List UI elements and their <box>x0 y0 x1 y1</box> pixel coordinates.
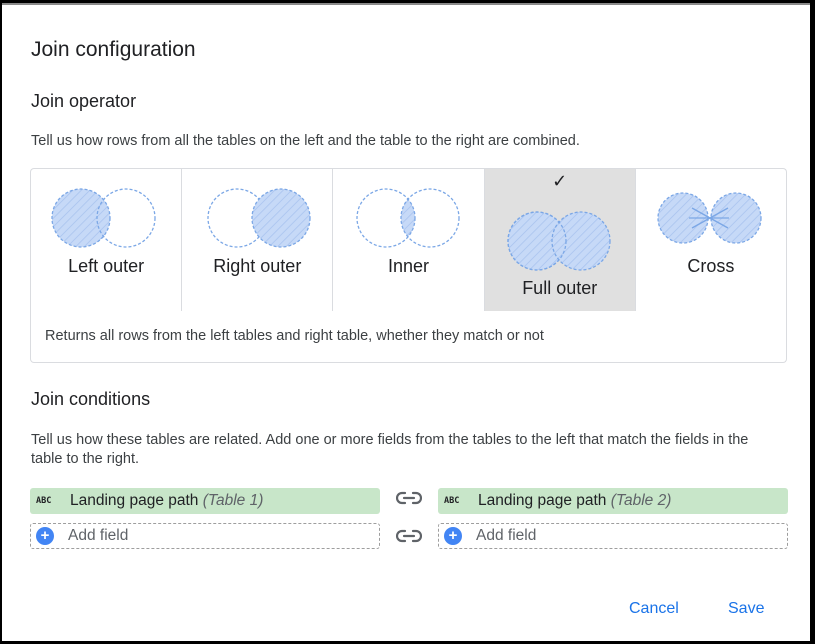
link-icon <box>396 529 422 543</box>
right-field-table: (Table 2) <box>610 492 672 509</box>
cancel-button[interactable]: Cancel <box>629 600 679 618</box>
text-type-icon: ABC <box>444 496 460 506</box>
join-option-cross[interactable]: Cross <box>636 169 786 311</box>
dialog-title: Join configuration <box>31 38 196 61</box>
add-field-label: Add field <box>476 527 537 544</box>
right-add-field[interactable]: + Add field <box>438 523 788 549</box>
join-option-label: Inner <box>387 256 430 276</box>
left-field-table: (Table 1) <box>202 492 264 509</box>
join-option-label: Full outer <box>522 278 598 298</box>
join-configuration-dialog: Join configuration Join operator Tell us… <box>2 3 810 641</box>
right-field-name: Landing page path <box>478 492 607 509</box>
venn-inner-icon <box>355 188 460 248</box>
left-join-field[interactable]: ABC Landing page path (Table 1) <box>30 488 380 514</box>
venn-full-outer-icon <box>507 211 611 271</box>
join-option-inner[interactable]: Inner <box>333 169 485 311</box>
join-option-label: Right outer <box>213 256 302 276</box>
add-circle-icon: + <box>444 527 462 545</box>
right-join-field[interactable]: ABC Landing page path (Table 2) <box>438 488 788 514</box>
venn-left-outer-icon <box>51 188 156 248</box>
join-operator-selected-description: Returns all rows from the left tables an… <box>30 311 787 363</box>
check-icon: ✓ <box>552 171 568 191</box>
text-type-icon: ABC <box>36 496 52 506</box>
venn-right-outer-icon <box>207 188 311 248</box>
add-circle-icon: + <box>36 527 54 545</box>
join-option-label: Cross <box>687 256 735 276</box>
left-add-field[interactable]: + Add field <box>30 523 380 549</box>
join-conditions-description: Tell us how these tables are related. Ad… <box>31 432 749 467</box>
venn-cross-icon <box>657 192 762 244</box>
save-button[interactable]: Save <box>728 600 764 618</box>
link-icon <box>396 491 422 505</box>
join-option-label: Left outer <box>68 256 145 276</box>
join-option-left-outer[interactable]: Left outer <box>31 169 183 311</box>
join-conditions-heading: Join conditions <box>31 389 151 409</box>
join-operator-heading: Join operator <box>31 91 137 111</box>
join-option-full-outer[interactable]: ✓ Full outer <box>484 169 636 311</box>
add-field-label: Add field <box>68 527 129 544</box>
join-option-right-outer[interactable]: Right outer <box>182 169 334 311</box>
left-field-name: Landing page path <box>70 492 199 509</box>
join-operator-options: Left outer Right outer Inner ✓ Full oute… <box>30 168 787 311</box>
join-operator-description: Tell us how rows from all the tables on … <box>31 133 580 149</box>
